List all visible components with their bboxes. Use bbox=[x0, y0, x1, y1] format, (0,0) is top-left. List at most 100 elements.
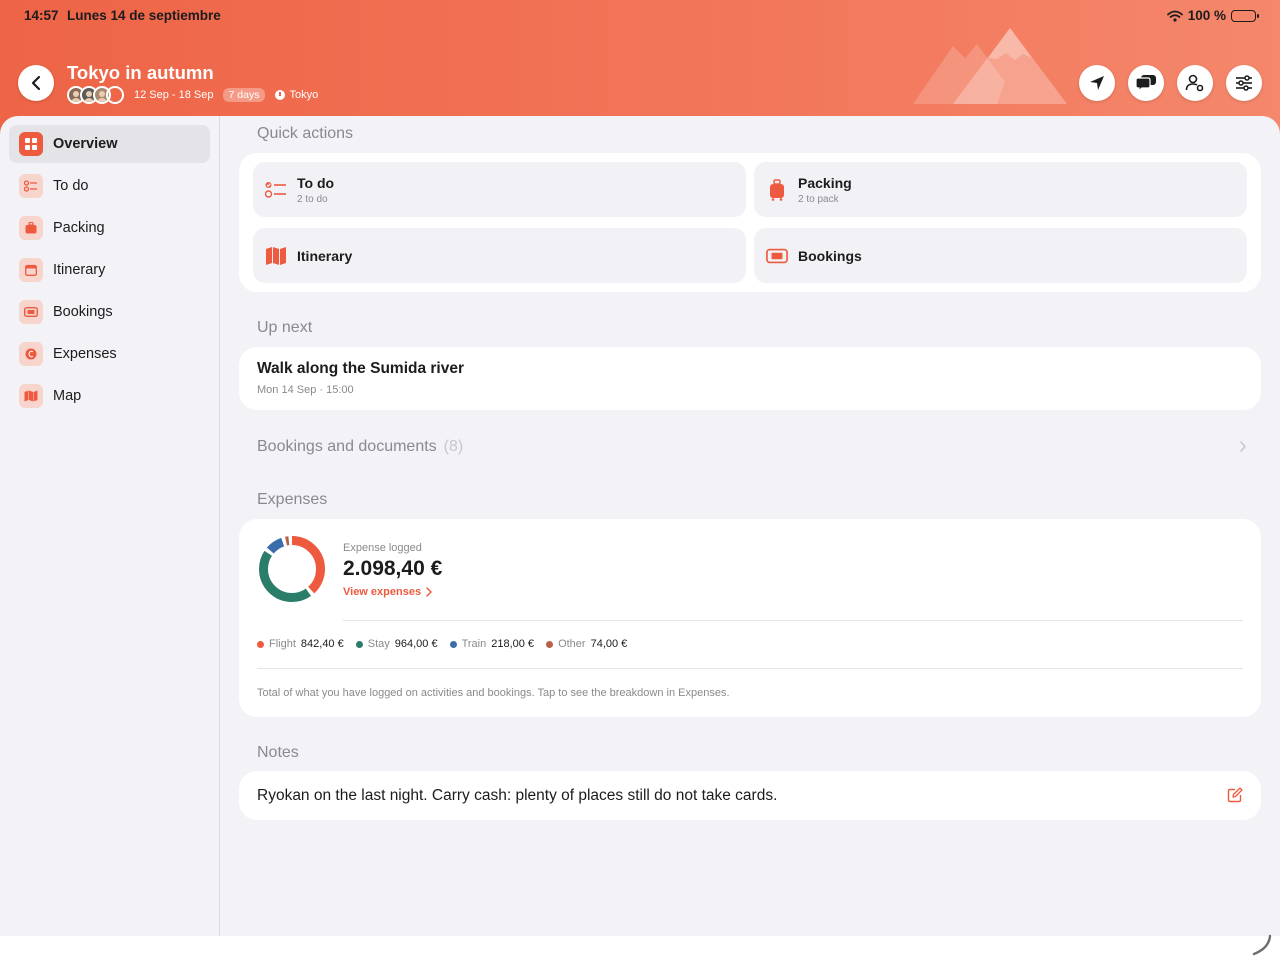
filter-settings-button[interactable] bbox=[1226, 65, 1262, 101]
legend-item-stay: Stay 964,00 € bbox=[355, 638, 438, 650]
quick-action-packing[interactable]: Packing 2 to pack bbox=[754, 162, 1247, 217]
legend-dot bbox=[546, 640, 554, 648]
suitcase-icon bbox=[766, 178, 788, 201]
back-button[interactable] bbox=[18, 65, 54, 101]
expense-total: 2.098,40 € bbox=[343, 557, 443, 580]
add-traveler-avatar bbox=[106, 86, 124, 104]
sidebar-item-label: Expenses bbox=[53, 346, 117, 362]
sidebar-item-itinerary[interactable]: Itinerary bbox=[9, 251, 210, 289]
content-panel: Overview To do Packing Itinerary Booking… bbox=[0, 116, 1280, 936]
days-badge: 7 days bbox=[222, 88, 266, 102]
legend-name: Flight bbox=[269, 638, 296, 650]
legend-amount: 218,00 € bbox=[491, 638, 535, 650]
navigate-button[interactable] bbox=[1079, 65, 1115, 101]
chevron-left-icon bbox=[31, 75, 41, 91]
bottom-strip bbox=[0, 934, 1280, 960]
chevron-right-icon bbox=[1240, 441, 1247, 452]
legend-amount: 74,00 € bbox=[590, 638, 628, 650]
sidebar-item-label: Itinerary bbox=[53, 262, 106, 278]
quick-actions-card: To do 2 to do Packing 2 to pack Itinerar… bbox=[239, 153, 1261, 292]
traveler-settings-button[interactable] bbox=[1177, 65, 1213, 101]
checklist-icon bbox=[265, 179, 287, 201]
expenses-footnote: Total of what you have logged on activit… bbox=[257, 687, 730, 699]
quick-action-subtitle: 2 to pack bbox=[798, 193, 839, 205]
sidebar-item-packing[interactable]: Packing bbox=[9, 209, 210, 247]
legend-name: Stay bbox=[367, 638, 390, 650]
notes-text: Ryokan on the last night. Carry cash: pl… bbox=[257, 787, 778, 804]
trip-title: Tokyo in autumn bbox=[67, 62, 214, 83]
legend-dot bbox=[449, 640, 457, 648]
view-expenses-link[interactable]: View expenses bbox=[343, 586, 433, 598]
trip-location: Tokyo bbox=[275, 89, 318, 101]
trip-meta: 12 Sep - 18 Sep 7 days Tokyo bbox=[67, 86, 318, 104]
quick-action-todo[interactable]: To do 2 to do bbox=[253, 162, 746, 217]
legend-amount: 842,40 € bbox=[300, 638, 344, 650]
status-indicators: 100 % bbox=[1166, 8, 1259, 23]
location-arrow-icon bbox=[1090, 76, 1104, 90]
quick-action-title: Itinerary bbox=[297, 247, 353, 264]
sidebar-item-label: Map bbox=[53, 388, 82, 404]
quick-action-itinerary[interactable]: Itinerary bbox=[253, 228, 746, 283]
divider bbox=[343, 620, 1243, 621]
legend-name: Train bbox=[461, 638, 487, 650]
map-icon bbox=[19, 384, 43, 408]
sidebar-item-expenses[interactable]: Expenses bbox=[9, 335, 210, 373]
quick-action-title: To do bbox=[297, 174, 335, 191]
status-bar: 14:57 Lunes 14 de septiembre 100 % bbox=[24, 6, 1259, 26]
trip-dates: 12 Sep - 18 Sep bbox=[134, 89, 214, 101]
expenses-card[interactable]: Expense logged 2.098,40 € View expenses … bbox=[239, 519, 1261, 717]
up-next-title: Up next bbox=[257, 319, 313, 336]
up-next-card[interactable]: Walk along the Sumida river Mon 14 Sep ·… bbox=[239, 347, 1261, 410]
legend-dot bbox=[355, 640, 363, 648]
legend-item-other: Other 74,00 € bbox=[546, 638, 627, 650]
header-actions bbox=[1079, 65, 1262, 101]
sidebar-item-label: Packing bbox=[53, 220, 105, 236]
up-next-time: Mon 14 Sep · 15:00 bbox=[257, 384, 354, 396]
sidebar-item-todo[interactable]: To do bbox=[9, 167, 210, 205]
battery-icon bbox=[1231, 9, 1259, 22]
resize-handle-icon[interactable] bbox=[1250, 934, 1272, 956]
quick-action-subtitle: 2 to do bbox=[297, 193, 328, 205]
traveler-avatars[interactable] bbox=[67, 86, 124, 104]
ticket-icon bbox=[19, 300, 43, 324]
sidebar-item-label: To do bbox=[53, 178, 89, 194]
quick-actions-title: Quick actions bbox=[257, 125, 354, 142]
sidebar-item-label: Overview bbox=[53, 136, 118, 152]
legend-amount: 964,00 € bbox=[394, 638, 438, 650]
edit-note-icon[interactable] bbox=[1227, 787, 1243, 803]
legend-item-flight: Flight 842,40 € bbox=[257, 638, 344, 650]
notes-card[interactable]: Ryokan on the last night. Carry cash: pl… bbox=[239, 771, 1261, 820]
chat-bubbles-icon bbox=[1135, 75, 1156, 92]
sidebar-item-map[interactable]: Map bbox=[9, 377, 210, 415]
location-label: Tokyo bbox=[289, 89, 319, 101]
suitcase-icon bbox=[19, 216, 43, 240]
expenses-legend: Flight 842,40 € Stay 964,00 € Train 218,… bbox=[257, 638, 639, 650]
calendar-icon bbox=[19, 258, 43, 282]
up-next-event: Walk along the Sumida river bbox=[257, 360, 465, 377]
expenses-donut-chart bbox=[259, 536, 325, 602]
sidebar-item-overview[interactable]: Overview bbox=[9, 125, 210, 163]
sidebar: Overview To do Packing Itinerary Booking… bbox=[0, 116, 220, 936]
legend-item-train: Train 218,00 € bbox=[449, 638, 535, 650]
bookings-documents-count: (8) bbox=[443, 438, 464, 455]
notes-title: Notes bbox=[257, 744, 299, 761]
wifi-icon bbox=[1166, 10, 1183, 22]
chevron-right-icon bbox=[426, 587, 433, 597]
view-expenses-label: View expenses bbox=[343, 586, 422, 598]
expenses-title: Expenses bbox=[257, 491, 328, 508]
sidebar-item-label: Bookings bbox=[53, 304, 113, 320]
ticket-icon bbox=[766, 245, 788, 267]
divider bbox=[257, 668, 1243, 669]
euro-coin-icon bbox=[19, 342, 43, 366]
quick-action-title: Packing bbox=[798, 174, 852, 191]
chat-button[interactable] bbox=[1128, 65, 1164, 101]
status-time: 14:57 bbox=[24, 8, 59, 23]
bookings-documents-row[interactable]: Bookings and documents (8) bbox=[257, 436, 1247, 458]
person-gear-icon bbox=[1185, 74, 1204, 92]
map-icon bbox=[265, 245, 287, 267]
sidebar-item-bookings[interactable]: Bookings bbox=[9, 293, 210, 331]
checklist-icon bbox=[19, 174, 43, 198]
quick-action-bookings[interactable]: Bookings bbox=[754, 228, 1247, 283]
mountains-illustration bbox=[913, 28, 1067, 104]
bookings-documents-label: Bookings and documents bbox=[257, 438, 437, 455]
